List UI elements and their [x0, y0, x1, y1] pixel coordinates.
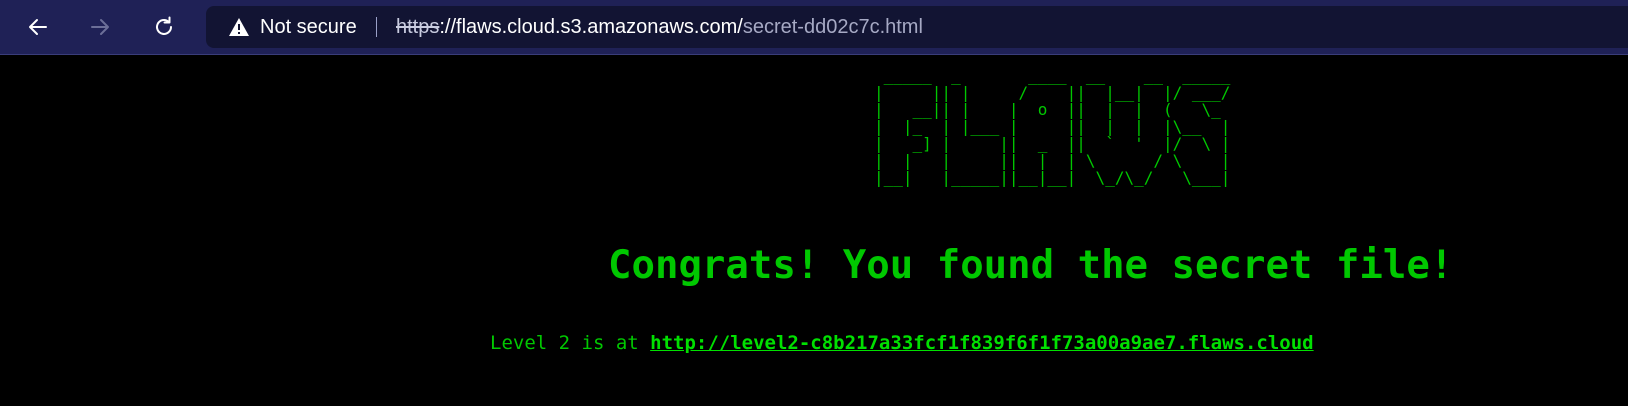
- url-path: secret-dd02c7c.html: [742, 15, 923, 38]
- back-arrow-icon: [29, 19, 47, 35]
- page-content: _____ _ ____ __ __ _____ | || | / || |__…: [0, 55, 1628, 406]
- address-separator: [376, 17, 377, 37]
- browser-toolbar: Not secure https ://flaws.cloud.s3.amazo…: [0, 0, 1628, 55]
- forward-arrow-icon: [91, 19, 109, 35]
- level-2-line: Level 2 is at http://level2-c8b217a33fcf…: [490, 332, 1314, 354]
- warning-triangle-icon: [229, 18, 249, 36]
- site-security-indicator[interactable]: Not secure: [228, 6, 357, 48]
- url-text[interactable]: https ://flaws.cloud.s3.amazonaws.com/ s…: [396, 6, 923, 48]
- url-scheme: https: [396, 15, 440, 38]
- level-prefix: Level 2 is at: [490, 332, 651, 354]
- congrats-heading: Congrats! You found the secret file!: [608, 243, 1454, 288]
- level-2-link[interactable]: http://level2-c8b217a33fcf1f839f6f1f73a0…: [650, 332, 1313, 354]
- url-host: ://flaws.cloud.s3.amazonaws.com/: [439, 15, 743, 38]
- address-bar[interactable]: Not secure https ://flaws.cloud.s3.amazo…: [206, 6, 1628, 48]
- flaws-ascii-logo: _____ _ ____ __ __ _____ | || | / || |__…: [874, 66, 1231, 187]
- forward-button[interactable]: [82, 9, 118, 45]
- reload-button[interactable]: [146, 9, 182, 45]
- reload-icon: [156, 16, 172, 35]
- back-button[interactable]: [20, 9, 56, 45]
- security-label: Not secure: [260, 15, 357, 38]
